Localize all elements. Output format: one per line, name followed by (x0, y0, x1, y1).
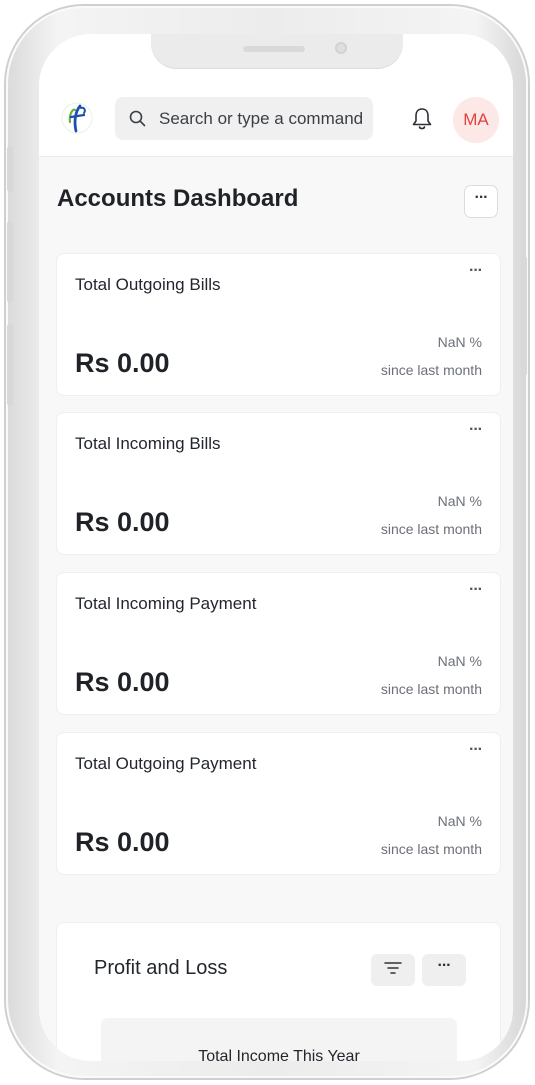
filter-icon (384, 961, 402, 980)
total-income-label: Total Income This Year (198, 1048, 360, 1061)
search-icon (129, 110, 146, 132)
page-title: Accounts Dashboard (57, 185, 299, 212)
profit-and-loss-title: Profit and Loss (94, 957, 228, 979)
card-since-label: since last month (380, 841, 482, 857)
phone-frame: Search or type a command MA Accounts Das… (6, 6, 528, 1078)
card-change-percent: NaN % (437, 653, 482, 669)
phone-volume-down (7, 324, 13, 406)
page-more-options-button[interactable]: ··· (464, 185, 498, 218)
card-value: Rs 0.00 (75, 348, 170, 378)
front-camera (335, 42, 347, 54)
card-more-options-button[interactable]: ··· (469, 262, 483, 280)
card-value: Rs 0.00 (75, 667, 170, 697)
card-value: Rs 0.00 (75, 827, 170, 857)
speaker-grille (243, 46, 305, 52)
card-total-incoming-payment: Total Incoming Payment ··· Rs 0.00 NaN %… (57, 573, 500, 714)
card-change-percent: NaN % (437, 334, 482, 350)
user-avatar[interactable]: MA (453, 97, 499, 143)
card-total-outgoing-bills: Total Outgoing Bills ··· Rs 0.00 NaN % s… (57, 254, 500, 395)
card-since-label: since last month (380, 521, 482, 537)
card-more-options-button[interactable]: ··· (469, 581, 483, 599)
profit-and-loss-more-options-button[interactable]: ··· (422, 954, 466, 986)
bell-icon[interactable] (411, 107, 433, 136)
card-change-percent: NaN % (437, 493, 482, 509)
card-since-label: since last month (380, 681, 482, 697)
search-input[interactable]: Search or type a command (159, 109, 364, 129)
profit-and-loss-card: Profit and Loss ··· Total Income This Ye… (57, 923, 500, 1061)
phone-notch (151, 34, 403, 69)
card-value: Rs 0.00 (75, 507, 170, 537)
search-bar[interactable]: Search or type a command (115, 97, 373, 140)
card-total-outgoing-payment: Total Outgoing Payment ··· Rs 0.00 NaN %… (57, 733, 500, 874)
card-change-percent: NaN % (437, 813, 482, 829)
phone-power-button (521, 256, 527, 376)
card-title: Total Outgoing Bills (75, 275, 221, 294)
card-title: Total Outgoing Payment (75, 754, 257, 773)
card-title: Total Incoming Payment (75, 594, 257, 613)
phone-screen: Search or type a command MA Accounts Das… (39, 34, 513, 1061)
card-title: Total Incoming Bills (75, 434, 221, 453)
income-summary-panel: Total Income This Year (101, 1018, 457, 1061)
card-more-options-button[interactable]: ··· (469, 421, 483, 439)
filter-button[interactable] (371, 954, 415, 986)
card-total-incoming-bills: Total Incoming Bills ··· Rs 0.00 NaN % s… (57, 413, 500, 554)
card-more-options-button[interactable]: ··· (469, 741, 483, 759)
app-logo-icon[interactable] (61, 102, 93, 134)
phone-mute-switch (7, 146, 13, 192)
card-since-label: since last month (380, 362, 482, 378)
phone-volume-up (7, 221, 13, 303)
